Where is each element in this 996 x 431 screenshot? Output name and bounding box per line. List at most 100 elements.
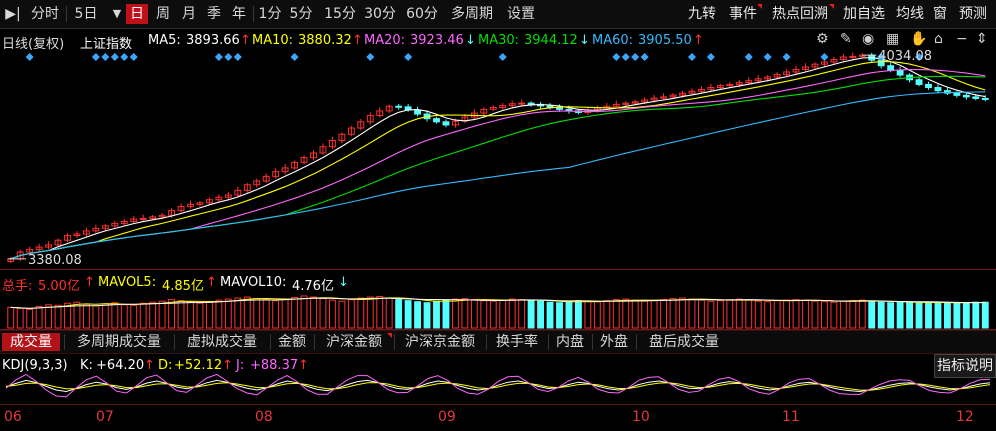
volume-bar [631,299,639,329]
volume-bar [376,296,384,329]
volume-bar [130,304,138,329]
candle [139,217,147,220]
volume-bar [508,298,516,329]
volume-bar [764,301,772,329]
ma20-line [10,69,986,260]
event-marker [91,53,100,61]
volume-bar [641,300,649,329]
candle [953,92,961,96]
volume-bar [262,299,270,329]
candle [556,107,563,110]
volume-bar [622,298,630,329]
event-marker [290,53,299,61]
volume-bar [433,300,440,329]
low-price-label: 3380.08 [28,253,82,268]
event-marker [214,53,223,61]
volume-bar [243,296,251,329]
candle [849,55,857,58]
volume-bar [650,300,658,329]
volume-bar [546,301,554,329]
volume-bar [357,297,365,329]
volume-bar [423,302,431,329]
volume-bar [168,299,176,329]
volume-bar [196,302,204,329]
candle [442,121,450,126]
event-marker [782,53,791,61]
volume-bar [943,302,951,329]
volume-bar [82,303,90,329]
volume-bar [896,301,904,329]
volume-bar [820,301,828,329]
volume-bar [726,299,734,329]
volume-bar [499,299,507,329]
volume-bar [593,301,601,329]
volume-bar [205,301,213,329]
volume-bar [877,301,885,329]
volume-bar [442,299,450,329]
volume-bar [868,300,876,329]
volume-bar [111,302,119,329]
volume-bar [187,301,194,329]
candle [433,118,440,123]
volume-bar [291,297,299,329]
candle [896,69,904,76]
volume-bar [887,302,895,329]
ma10-line [10,61,986,260]
volume-bar [385,297,393,329]
event-marker [101,53,110,61]
price-chart[interactable]: 4034.08 3380.08 [0,0,996,430]
volume-bar [574,300,582,329]
volume-bar [310,296,317,329]
event-marker [224,53,233,61]
volume-bar [158,300,166,329]
volume-bar [565,301,573,329]
candle [395,105,403,108]
volume-bar [347,299,355,329]
ma60-line [10,91,986,260]
event-marker [687,53,696,61]
volume-bar [45,304,53,329]
event-marker [744,53,753,61]
event-marker [763,53,772,61]
volume-bar [754,300,762,329]
mavol5-line [10,297,986,309]
volume-bar [925,302,932,329]
volume-bar [660,299,668,329]
volume-bar [139,302,147,329]
candle [518,102,526,105]
volume-bar [584,300,592,329]
event-marker [233,53,242,61]
volume-bar [830,301,838,329]
event-marker [640,53,649,61]
volume-bar [338,300,346,329]
volume-bar [953,302,961,329]
volume-bar [224,298,232,329]
event-marker [120,53,129,61]
volume-bar [934,301,942,329]
volume-bar [839,300,847,329]
volume-bar [54,304,62,329]
volume-bar [849,300,857,329]
volume-bar [783,299,791,329]
volume-bar [792,299,800,329]
volume-bar [603,300,611,329]
volume-bar [537,300,545,329]
volume-bar [773,300,781,329]
volume-bar [451,298,459,329]
volume-bar [281,298,289,329]
candle [934,87,942,92]
candle [915,79,923,85]
volume-bar [215,299,223,329]
volume-bar [745,299,753,329]
volume-bar [92,305,100,329]
volume-bar [366,296,374,329]
volume-bar [234,297,242,329]
event-marker [110,53,119,61]
event-marker [706,53,715,61]
volume-bar [177,300,185,329]
candle [414,109,422,115]
volume-bar [414,301,422,329]
volume-bar [480,300,488,329]
volume-bar [149,301,157,329]
volume-bar [802,299,809,329]
